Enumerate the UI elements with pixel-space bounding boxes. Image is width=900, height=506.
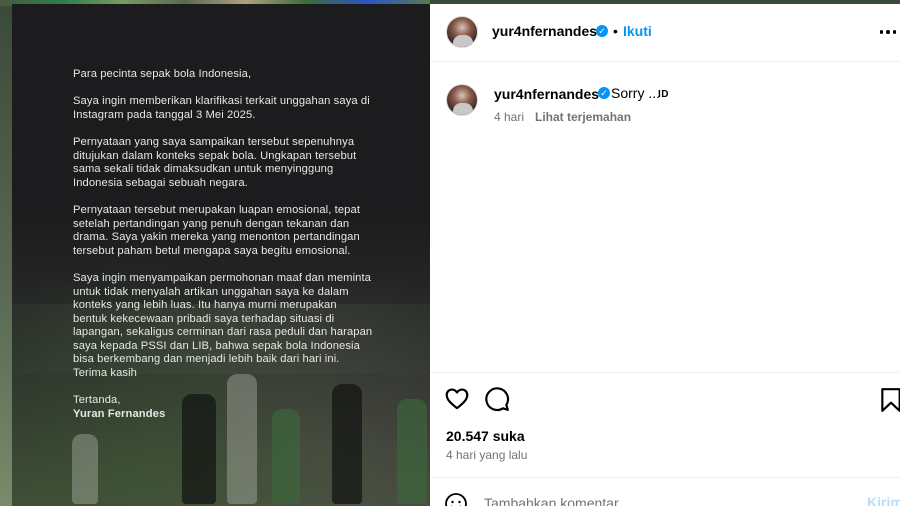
post-timestamp[interactable]: 4 hari yang lalu [446, 448, 527, 462]
verified-badge-icon: ✓ [596, 25, 608, 37]
letter-greeting: Para pecinta sepak bola Indonesia, [73, 68, 252, 80]
avatar[interactable] [446, 84, 478, 116]
add-comment-bar: Kirim [430, 477, 900, 506]
language-badge: ID [658, 89, 669, 100]
header-username[interactable]: yur4nfernandes [492, 23, 597, 39]
post-detail-panel: yur4nfernandes ✓ • Ikuti yur4nfernandes … [430, 4, 900, 506]
apology-letter: Para pecinta sepak bola Indonesia, Saya … [73, 68, 373, 421]
post-actions: 20.547 suka 4 hari yang lalu Kirim [430, 372, 900, 506]
emoji-icon[interactable] [444, 492, 468, 506]
letter-paragraph: Pernyataan tersebut merupakan luapan emo… [73, 203, 361, 257]
see-translation-link[interactable]: Lihat terjemahan [535, 110, 631, 124]
letter-sign-off: Tertanda, [73, 394, 121, 407]
caption-username[interactable]: yur4nfernandes [494, 86, 599, 102]
comment-input[interactable] [484, 488, 854, 506]
caption-age[interactable]: 4 hari [494, 110, 524, 124]
player-silhouette [272, 409, 300, 504]
comment-bubble-icon[interactable] [484, 386, 510, 412]
letter-signer: Yuran Fernandes [73, 407, 166, 420]
like-count[interactable]: 20.547 suka [446, 428, 525, 444]
send-comment-button[interactable]: Kirim [867, 494, 900, 506]
header-separator: • [613, 23, 618, 39]
follow-button[interactable]: Ikuti [623, 23, 652, 39]
bookmark-icon[interactable] [878, 387, 900, 413]
more-options-icon[interactable] [878, 22, 898, 42]
player-silhouette [397, 399, 427, 504]
letter-paragraph: Saya ingin memberikan klarifikasi terkai… [73, 95, 370, 121]
letter-paragraph: Saya ingin menyampaikan permohonan maaf … [73, 271, 373, 380]
avatar[interactable] [446, 16, 478, 48]
letter-paragraph: Pernyataan yang saya sampaikan tersebut … [73, 135, 357, 189]
caption-text: Sorry ... [611, 85, 661, 101]
caption-comment: yur4nfernandes ✓ Sorry ... ID 4 hari Lih… [430, 74, 900, 134]
post-image: Para pecinta sepak bola Indonesia, Saya … [12, 4, 430, 506]
post-header: yur4nfernandes ✓ • Ikuti [430, 4, 900, 62]
verified-badge-icon: ✓ [598, 87, 610, 99]
player-silhouette [72, 434, 98, 504]
heart-icon[interactable] [444, 386, 470, 412]
